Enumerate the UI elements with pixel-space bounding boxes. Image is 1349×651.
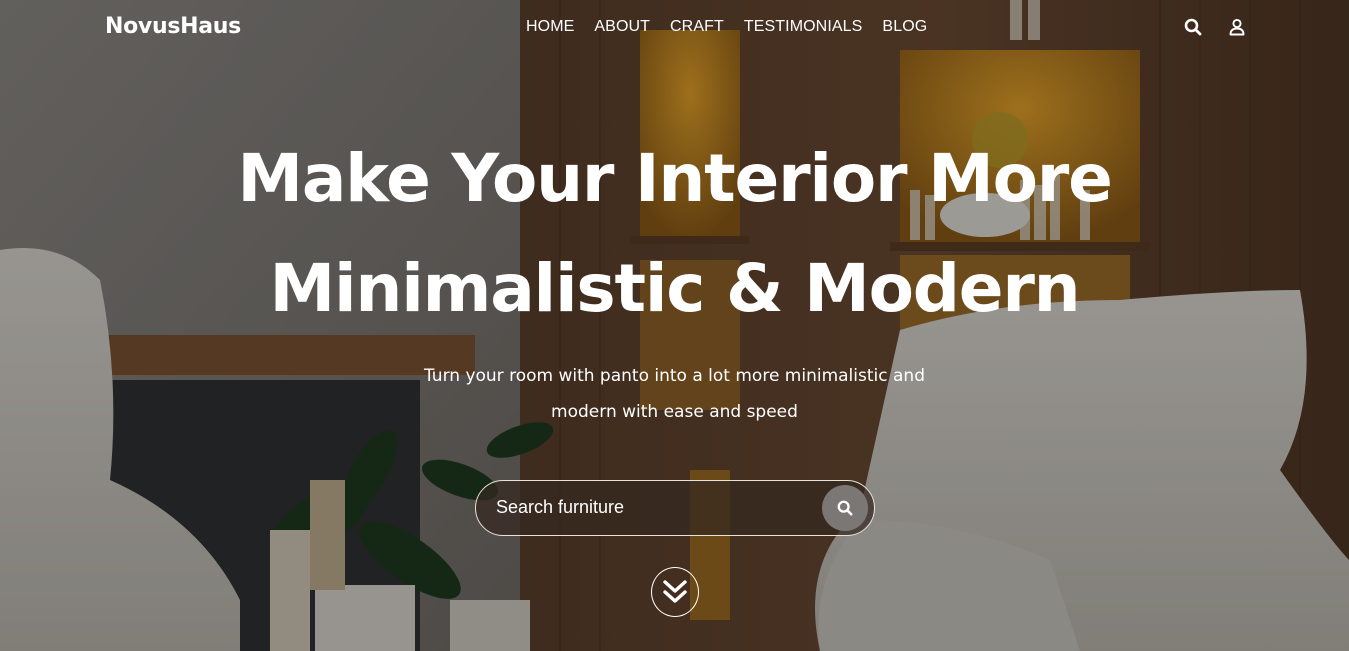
- furniture-search-bar: [475, 480, 875, 536]
- double-chevron-down-icon: [663, 580, 687, 603]
- search-icon: [837, 500, 853, 516]
- hero-headline-line1: Make Your Interior More: [237, 140, 1112, 217]
- hero-subtitle-line2: modern with ease and speed: [551, 402, 798, 422]
- hero-subtitle: Turn your room with panto into a lot mor…: [0, 358, 1349, 430]
- furniture-search-button[interactable]: [822, 485, 868, 531]
- furniture-search-input[interactable]: [496, 481, 816, 534]
- nav-item-home[interactable]: HOME: [526, 18, 574, 36]
- header-account-button[interactable]: [1226, 16, 1248, 38]
- main-nav: HOME ABOUT CRAFT TESTIMONIALS BLOG: [526, 18, 927, 36]
- user-icon: [1229, 18, 1245, 36]
- hero-section: NovusHaus HOME ABOUT CRAFT TESTIMONIALS …: [0, 0, 1349, 651]
- header-search-button[interactable]: [1182, 16, 1204, 38]
- hero-headline-line2: Minimalistic & Modern: [269, 250, 1081, 327]
- scroll-down-button[interactable]: [651, 567, 699, 617]
- nav-item-testimonials[interactable]: TESTIMONIALS: [744, 18, 863, 36]
- hero-subtitle-line1: Turn your room with panto into a lot mor…: [424, 366, 925, 386]
- brand-logo[interactable]: NovusHaus: [105, 14, 241, 39]
- nav-item-blog[interactable]: BLOG: [882, 18, 927, 36]
- nav-item-about[interactable]: ABOUT: [594, 18, 650, 36]
- nav-item-craft[interactable]: CRAFT: [670, 18, 724, 36]
- search-icon: [1184, 18, 1202, 36]
- site-header: NovusHaus HOME ABOUT CRAFT TESTIMONIALS …: [0, 0, 1349, 56]
